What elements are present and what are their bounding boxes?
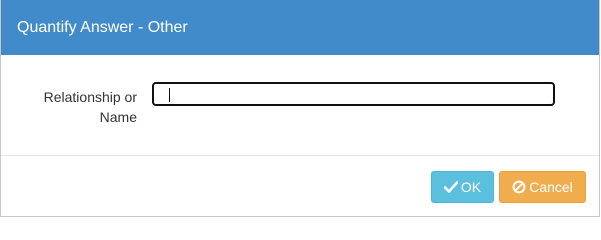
relationship-or-name-label: Relationship or Name xyxy=(43,89,137,125)
ok-button[interactable]: OK xyxy=(431,171,494,203)
ban-icon xyxy=(512,180,526,194)
dialog-body: Relationship or Name xyxy=(1,55,599,156)
quantify-answer-dialog: Quantify Answer - Other Relationship or … xyxy=(0,0,600,217)
dialog-footer: OK Cancel xyxy=(1,156,599,216)
relationship-or-name-input[interactable] xyxy=(152,82,555,106)
dialog-header: Quantify Answer - Other xyxy=(1,0,599,55)
cancel-button[interactable]: Cancel xyxy=(499,171,586,203)
dialog-title: Quantify Answer - Other xyxy=(17,18,188,36)
text-cursor xyxy=(169,88,170,102)
ok-button-label: OK xyxy=(460,179,482,195)
cancel-button-label: Cancel xyxy=(529,179,573,195)
check-icon xyxy=(443,181,458,193)
